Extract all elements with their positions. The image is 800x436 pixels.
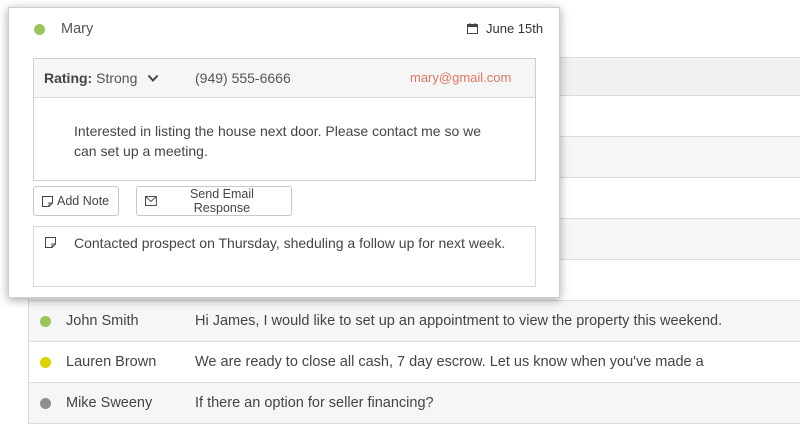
row-name: John Smith xyxy=(66,313,139,329)
lead-info-bar: Rating: Strong (949) 555-6666 mary@gmail… xyxy=(34,59,535,98)
lead-info-card: Rating: Strong (949) 555-6666 mary@gmail… xyxy=(33,58,536,181)
rating-value: Strong xyxy=(96,70,138,86)
row-message: Hi James, I would like to set up an appo… xyxy=(195,313,723,329)
note-icon xyxy=(45,237,56,248)
add-note-label: Add Note xyxy=(57,194,110,208)
lead-email[interactable]: mary@gmail.com xyxy=(410,70,511,85)
lead-message: Interested in listing the house next doo… xyxy=(74,123,482,159)
row-name: Lauren Brown xyxy=(66,354,157,370)
table-row[interactable]: Lauren Brown We are ready to close all c… xyxy=(29,342,800,383)
rating-label: Rating: xyxy=(44,70,93,86)
table-row[interactable]: John Smith Hi James, I would like to set… xyxy=(29,301,800,342)
note-icon xyxy=(42,195,53,207)
row-name: Mike Sweeny xyxy=(66,395,153,411)
table-row[interactable]: Mike Sweeny If there an option for selle… xyxy=(29,383,800,424)
add-note-button[interactable]: Add Note xyxy=(33,186,119,216)
status-dot xyxy=(40,316,51,327)
note-text: Contacted prospect on Thursday, shedulin… xyxy=(74,235,506,251)
envelope-icon xyxy=(145,196,157,206)
lead-detail-popup: Mary June 15th Rating: Strong (949) 555-… xyxy=(8,7,560,298)
chevron-down-icon[interactable] xyxy=(147,74,159,83)
lead-name: Mary xyxy=(61,21,94,37)
row-message: If there an option for seller financing? xyxy=(195,395,434,411)
status-dot xyxy=(40,398,51,409)
send-email-label: Send Email Response xyxy=(189,187,254,215)
send-email-button[interactable]: Send Email Response xyxy=(136,186,292,216)
rating-dropdown[interactable]: Rating: Strong xyxy=(44,70,137,86)
calendar-icon xyxy=(467,23,478,34)
row-message: We are ready to close all cash, 7 day es… xyxy=(195,354,704,370)
lead-phone: (949) 555-6666 xyxy=(195,70,291,86)
status-dot xyxy=(40,357,51,368)
status-dot xyxy=(34,24,45,35)
lead-date: June 15th xyxy=(486,21,544,36)
note-item: Contacted prospect on Thursday, shedulin… xyxy=(33,226,536,287)
